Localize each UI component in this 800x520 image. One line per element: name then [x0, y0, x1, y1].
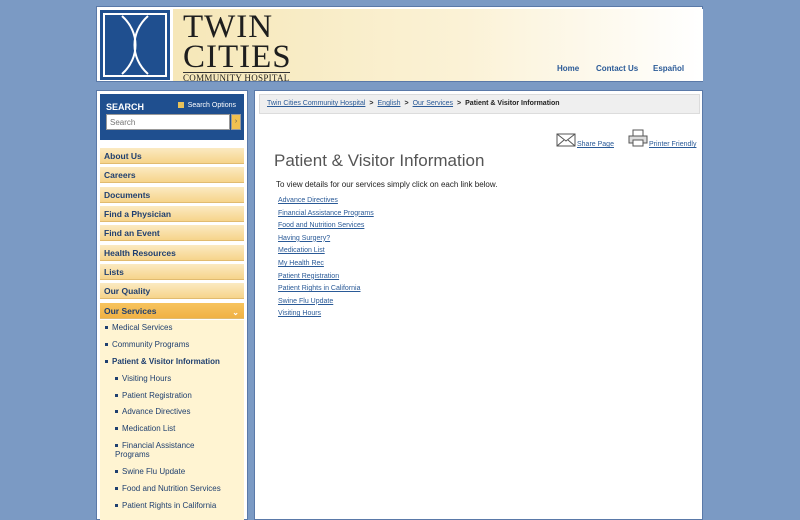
- nav-link-contact-us[interactable]: Contact Us: [596, 64, 638, 73]
- bullet-icon: [115, 394, 118, 398]
- subnav-item-medical-services[interactable]: Medical Services: [105, 323, 172, 332]
- bullet-icon: [115, 410, 118, 414]
- intro-text: To view details for our services simply …: [276, 180, 498, 189]
- bullet-icon: [105, 326, 108, 330]
- subnav-item-community-programs[interactable]: Community Programs: [105, 340, 189, 349]
- subnav-item-patient-visitor-information[interactable]: Patient & Visitor Information: [105, 357, 220, 366]
- subnav-item-label: Advance Directives: [122, 407, 191, 416]
- breadcrumb-separator: >: [404, 100, 409, 107]
- bullet-icon: [115, 444, 118, 448]
- sidebar-item-documents[interactable]: Documents: [100, 187, 244, 203]
- bullet-icon: [115, 427, 118, 431]
- printer-icon[interactable]: [628, 129, 648, 147]
- breadcrumb-separator: >: [457, 100, 462, 107]
- breadcrumb-separator: >: [369, 100, 374, 107]
- service-link-patient-rights-in-california[interactable]: Patient Rights in California: [278, 283, 374, 296]
- service-link-having-surgery[interactable]: Having Surgery?: [278, 233, 374, 246]
- bullet-icon: [115, 470, 118, 474]
- service-link-food-and-nutrition-services[interactable]: Food and Nutrition Services: [278, 220, 374, 233]
- subnav-item-label: Patient Rights in California: [122, 501, 217, 510]
- site-header: TWIN CITIES COMMUNITY HOSPITAL Home Cont…: [96, 6, 703, 83]
- service-link-medication-list[interactable]: Medication List: [278, 245, 374, 258]
- breadcrumb-link-english[interactable]: English: [378, 100, 401, 107]
- subnav-item-label: Food and Nutrition Services: [122, 484, 221, 493]
- subnav-item-label: Patient Registration: [122, 391, 192, 400]
- bullet-icon: [115, 377, 118, 381]
- breadcrumb-current: Patient & Visitor Information: [465, 100, 560, 107]
- subnav-item-label: Patient & Visitor Information: [112, 357, 220, 366]
- main-content: Twin Cities Community Hospital > English > O…: [254, 90, 703, 520]
- service-link-visiting-hours[interactable]: Visiting Hours: [278, 308, 374, 321]
- bullet-icon: [115, 487, 118, 491]
- subnav-item-financial-assistance-programs[interactable]: Financial Assistance Programs: [115, 441, 225, 459]
- bullet-icon: [105, 360, 108, 364]
- search-input[interactable]: [106, 114, 230, 130]
- subnav-item-medication-list[interactable]: Medication List: [115, 424, 175, 433]
- sidebar-item-health-resources[interactable]: Health Resources: [100, 245, 244, 261]
- chevron-down-icon: ⌄: [232, 308, 239, 317]
- logo-text-community-hospital: COMMUNITY HOSPITAL: [183, 72, 290, 83]
- logo-text-cities: CITIES: [183, 39, 292, 75]
- nav-link-home[interactable]: Home: [557, 64, 579, 73]
- bullet-icon: [105, 343, 108, 347]
- subnav-item-visiting-hours[interactable]: Visiting Hours: [115, 374, 171, 383]
- subnav-item-label: Medical Services: [112, 323, 173, 332]
- subnav-item-patient-registration[interactable]: Patient Registration: [115, 391, 192, 400]
- service-link-financial-assistance-programs[interactable]: Financial Assistance Programs: [278, 208, 374, 221]
- breadcrumb-link-home[interactable]: Twin Cities Community Hospital: [267, 100, 365, 107]
- sidebar-item-our-quality[interactable]: Our Quality: [100, 283, 244, 299]
- services-link-list: Advance Directives Financial Assistance …: [278, 195, 374, 321]
- search-options-toggle[interactable]: Search Options: [177, 102, 236, 109]
- sidebar-item-about-us[interactable]: About Us: [100, 148, 244, 164]
- hospital-logo-emblem[interactable]: [100, 10, 170, 80]
- search-go-button[interactable]: ›: [231, 114, 241, 130]
- service-link-patient-registration[interactable]: Patient Registration: [278, 271, 374, 284]
- sidebar-subnav: Medical Services Community Programs Pati…: [100, 320, 244, 520]
- page-title: Patient & Visitor Information: [274, 151, 485, 170]
- nav-link-espanol[interactable]: Español: [653, 64, 684, 73]
- search-options-label: Search Options: [187, 102, 236, 109]
- service-link-advance-directives[interactable]: Advance Directives: [278, 195, 374, 208]
- subnav-item-label: Community Programs: [112, 340, 190, 349]
- sidebar: SEARCH Search Options › About Us Careers…: [96, 90, 248, 520]
- subnav-item-food-and-nutrition-services[interactable]: Food and Nutrition Services: [115, 484, 221, 493]
- search-title: SEARCH: [106, 102, 145, 112]
- printer-friendly-link[interactable]: Printer Friendly: [649, 141, 696, 148]
- sidebar-item-find-an-event[interactable]: Find an Event: [100, 225, 244, 241]
- subnav-item-label: Financial Assistance Programs: [115, 441, 195, 459]
- subnav-item-label: Medication List: [122, 424, 176, 433]
- share-page-link[interactable]: Share Page: [577, 141, 614, 148]
- breadcrumb: Twin Cities Community Hospital > English > O…: [259, 94, 700, 114]
- search-options-checkbox-icon[interactable]: [177, 102, 184, 109]
- subnav-item-label: Swine Flu Update: [122, 467, 186, 476]
- sidebar-item-our-services[interactable]: Our Services ⌄: [100, 303, 244, 319]
- subnav-item-advance-directives[interactable]: Advance Directives: [115, 407, 190, 416]
- service-link-my-health-rec[interactable]: My Health Rec: [278, 258, 374, 271]
- envelope-icon[interactable]: [556, 131, 576, 147]
- service-link-swine-flu-update[interactable]: Swine Flu Update: [278, 296, 374, 309]
- subnav-item-swine-flu-update[interactable]: Swine Flu Update: [115, 467, 185, 476]
- search-panel: SEARCH Search Options ›: [100, 94, 244, 140]
- sidebar-item-careers[interactable]: Careers: [100, 167, 244, 183]
- subnav-item-label: Visiting Hours: [122, 374, 172, 383]
- sidebar-item-lists[interactable]: Lists: [100, 264, 244, 280]
- sidebar-item-find-a-physician[interactable]: Find a Physician: [100, 206, 244, 222]
- logo-arches-icon: [103, 13, 167, 77]
- subnav-item-patient-rights-in-california[interactable]: Patient Rights in California: [115, 501, 216, 510]
- bullet-icon: [115, 504, 118, 508]
- sidebar-item-our-services-label: Our Services: [104, 306, 157, 316]
- breadcrumb-link-our-services[interactable]: Our Services: [413, 100, 453, 107]
